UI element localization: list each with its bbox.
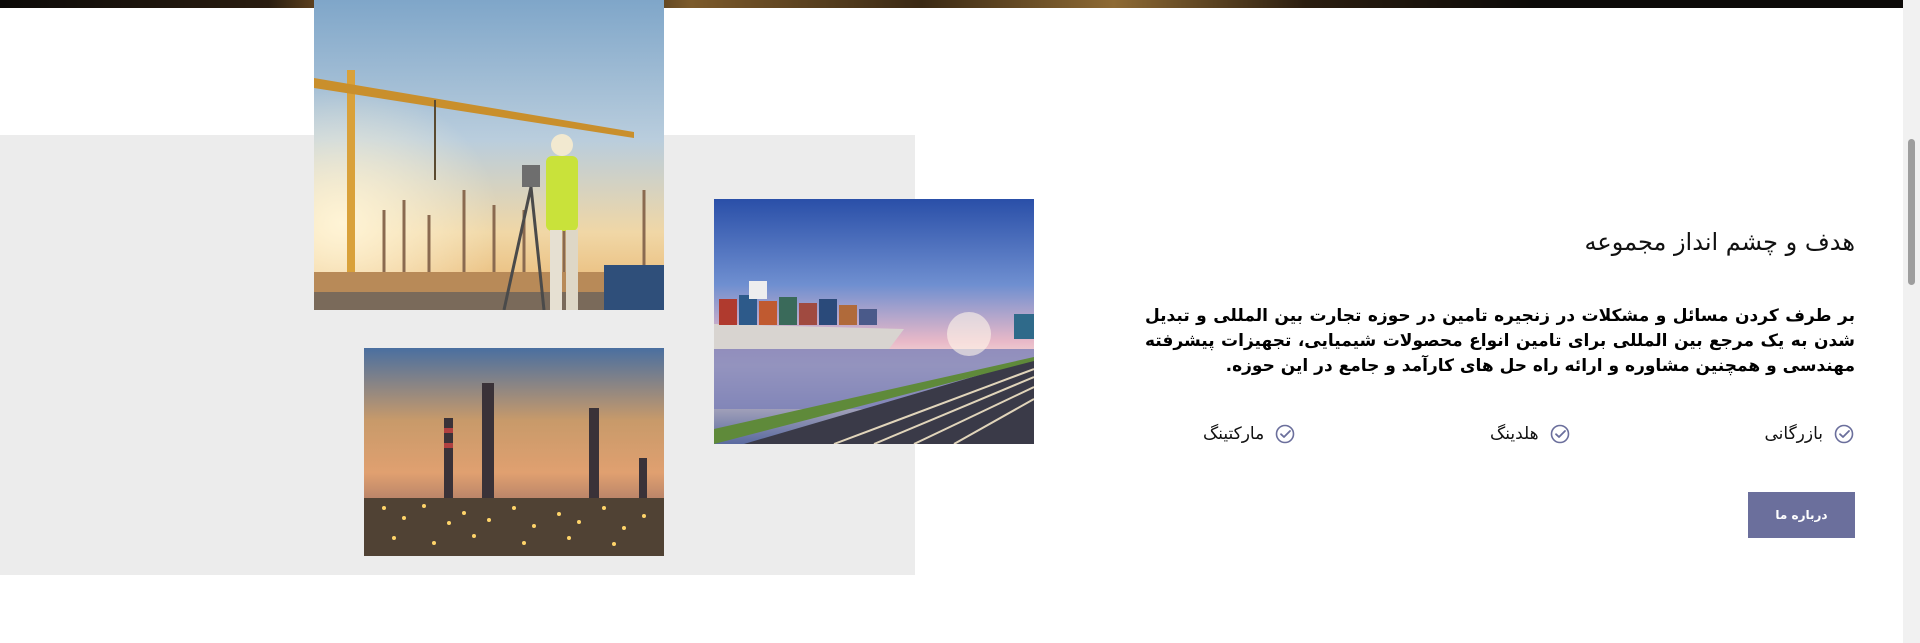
feature-label: مارکتینگ	[1203, 424, 1265, 444]
cargo-ship-photo	[714, 199, 1034, 444]
feature-item-trading: بازرگانی	[1764, 423, 1855, 445]
construction-site-photo	[314, 0, 664, 310]
section-description: بر طرف کردن مسائل و مشکلات در زنجیره تام…	[1145, 306, 1855, 376]
hero-bottom-strip	[0, 0, 1920, 8]
check-circle-icon	[1274, 423, 1296, 445]
check-circle-icon	[1833, 423, 1855, 445]
feature-list: بازرگانی هلدینگ مارکتینگ	[1155, 418, 1855, 450]
refinery-photo	[364, 348, 664, 556]
feature-item-marketing: مارکتینگ	[1203, 423, 1296, 445]
section-heading: هدف و چشم انداز مجموعه	[1584, 228, 1855, 256]
check-circle-icon	[1549, 423, 1571, 445]
about-us-button[interactable]: درباره ما	[1748, 492, 1855, 538]
feature-label: بازرگانی	[1764, 424, 1823, 444]
scrollbar-thumb[interactable]	[1908, 139, 1915, 285]
feature-label: هلدینگ	[1490, 424, 1539, 444]
page-scrollbar[interactable]	[1903, 0, 1920, 643]
feature-item-holding: هلدینگ	[1490, 423, 1571, 445]
